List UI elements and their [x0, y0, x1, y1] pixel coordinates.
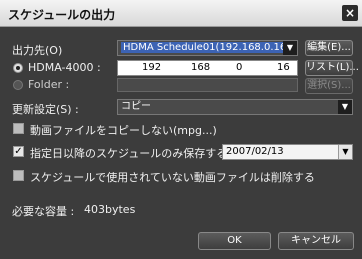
no-copy-video-checkbox[interactable]	[13, 123, 24, 134]
dialog-body: 出力先(O) HDMA Schedule01(192.168.0.16) ▼ 編…	[0, 27, 362, 259]
ok-button[interactable]: OK	[198, 232, 271, 250]
save-after-date-label: 指定日以降のスケジュールのみ保存する	[30, 147, 228, 160]
ip-octet-4[interactable]: 16	[277, 62, 290, 73]
hdma-label: HDMA-4000 :	[28, 61, 101, 74]
required-capacity-label: 必要な容量 :	[12, 205, 75, 218]
folder-path-field[interactable]	[117, 78, 298, 92]
list-button[interactable]: リスト(L)...	[305, 60, 359, 76]
close-button[interactable]: ×	[342, 5, 358, 21]
update-settings-value: コピー	[121, 101, 151, 112]
update-settings-label: 更新設定(S) :	[12, 103, 79, 116]
cancel-button[interactable]: キャンセル	[278, 232, 354, 250]
delete-unused-video-checkbox[interactable]	[13, 170, 24, 181]
hdma-radio[interactable]	[13, 63, 23, 73]
ip-octet-1[interactable]: 192	[142, 62, 161, 73]
title-bar: スケジュールの出力 ×	[0, 0, 362, 27]
required-capacity-value: 403bytes	[84, 203, 136, 216]
update-settings-select[interactable]: コピー ▼	[117, 99, 353, 115]
browse-button[interactable]: 選択(S)...	[305, 78, 353, 94]
save-after-date-checkbox[interactable]: ✓	[13, 146, 24, 157]
ip-octet-3[interactable]: 0	[236, 62, 242, 73]
edit-button[interactable]: 編集(E)...	[305, 40, 353, 56]
chevron-down-icon: ▼	[338, 145, 352, 159]
folder-label: Folder :	[28, 78, 70, 91]
output-destination-value: HDMA Schedule01(192.168.0.16)	[121, 42, 293, 53]
date-picker[interactable]: 2007/02/13 ▼	[222, 144, 353, 160]
output-destination-select[interactable]: HDMA Schedule01(192.168.0.16) ▼	[117, 40, 298, 56]
delete-unused-video-label: スケジュールで使用されていない動画ファイルは削除する	[30, 171, 315, 184]
date-value: 2007/02/13	[226, 146, 284, 157]
no-copy-video-label: 動画ファイルをコピーしない(mpg...)	[30, 124, 217, 137]
folder-radio[interactable]	[13, 80, 23, 90]
ip-address-field[interactable]: 192 168 0 16	[117, 60, 298, 76]
ip-octet-2[interactable]: 168	[191, 62, 210, 73]
chevron-down-icon: ▼	[338, 100, 352, 114]
window-title: スケジュールの出力	[8, 8, 116, 22]
close-icon: ×	[344, 6, 356, 20]
output-label: 出力先(O)	[12, 44, 63, 57]
chevron-down-icon: ▼	[283, 41, 297, 55]
